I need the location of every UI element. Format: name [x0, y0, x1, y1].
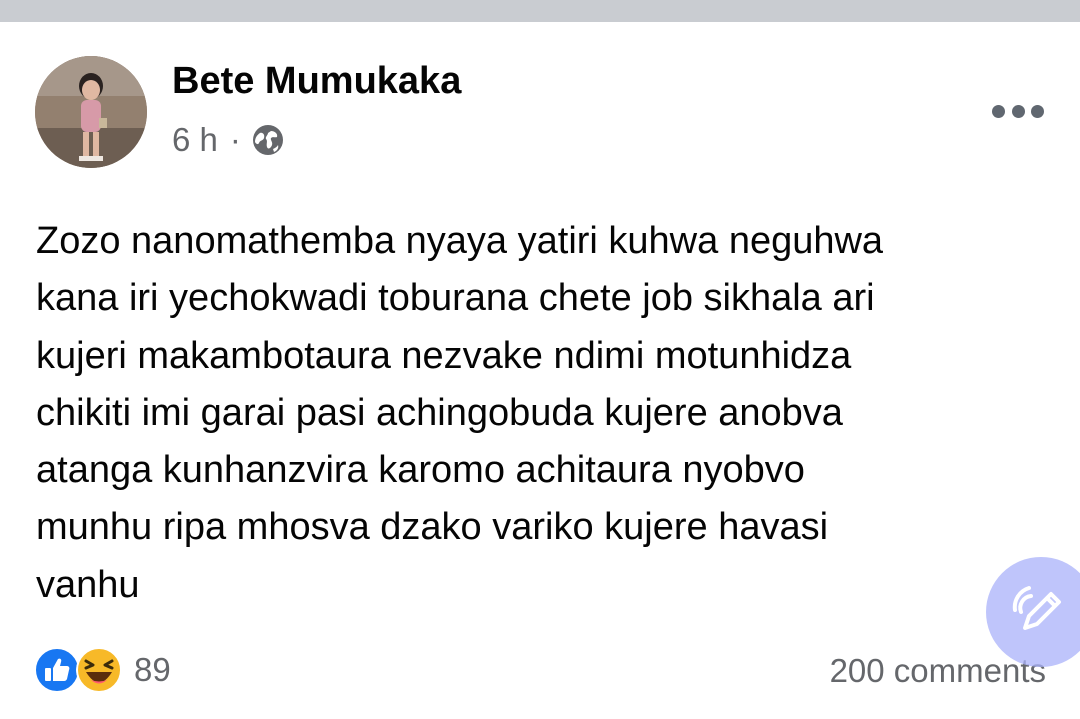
top-divider	[0, 0, 1080, 22]
more-dot-icon	[1031, 104, 1044, 118]
compose-button[interactable]	[986, 557, 1080, 667]
globe-icon	[252, 125, 283, 155]
post-timestamp[interactable]: 6 h	[172, 121, 218, 159]
reaction-count: 89	[134, 651, 171, 688]
post-meta: 6 h ·	[172, 121, 285, 159]
avatar[interactable]	[35, 56, 147, 168]
meta-separator: ·	[229, 121, 241, 158]
reactions-summary[interactable]: 89	[34, 647, 171, 693]
more-options-button[interactable]	[992, 98, 1044, 124]
avatar-photo	[35, 56, 147, 168]
pencil-icon	[1012, 586, 1061, 630]
more-dot-icon	[992, 104, 1005, 118]
like-icon	[34, 647, 80, 693]
post-author-name[interactable]: Bete Mumukaka	[172, 60, 461, 103]
more-dot-icon	[1011, 104, 1025, 118]
haha-icon	[76, 647, 122, 693]
post-text: Zozo nanomathemba nyaya yatiri kuhwa neg…	[36, 220, 884, 606]
